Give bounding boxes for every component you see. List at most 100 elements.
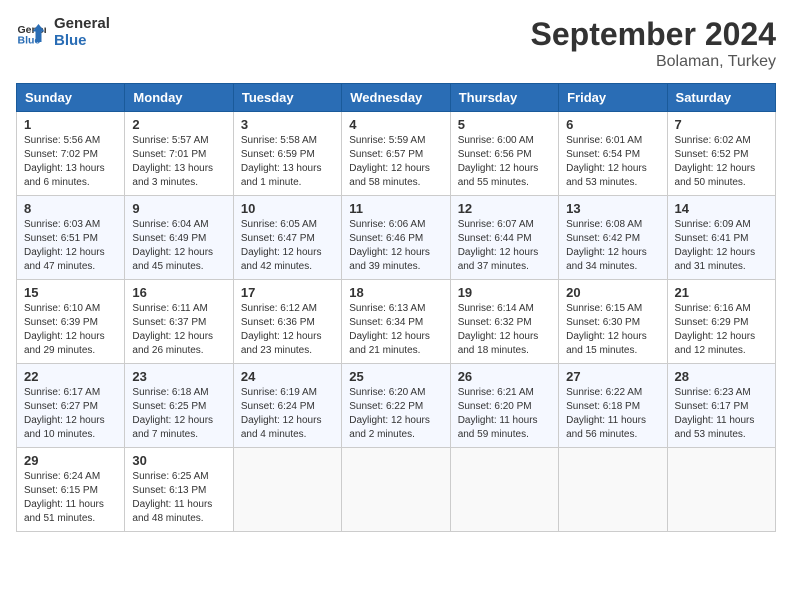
calendar-week-2: 8 Sunrise: 6:03 AM Sunset: 6:51 PM Daylig… <box>17 196 776 280</box>
day-detail: Sunrise: 6:00 AM Sunset: 6:56 PM Dayligh… <box>458 134 551 190</box>
calendar-table: SundayMondayTuesdayWednesdayThursdayFrid… <box>16 83 776 532</box>
calendar-week-5: 29 Sunrise: 6:24 AM Sunset: 6:15 PM Dayli… <box>17 448 776 532</box>
day-number: 25 <box>349 369 442 384</box>
calendar-cell: 6 Sunrise: 6:01 AM Sunset: 6:54 PM Daylig… <box>559 112 667 196</box>
day-detail: Sunrise: 6:03 AM Sunset: 6:51 PM Dayligh… <box>24 218 117 274</box>
weekday-header-monday: Monday <box>125 84 233 112</box>
day-number: 29 <box>24 453 117 468</box>
calendar-cell: 8 Sunrise: 6:03 AM Sunset: 6:51 PM Daylig… <box>17 196 125 280</box>
day-detail: Sunrise: 6:20 AM Sunset: 6:22 PM Dayligh… <box>349 386 442 442</box>
day-detail: Sunrise: 6:15 AM Sunset: 6:30 PM Dayligh… <box>566 302 659 358</box>
day-detail: Sunrise: 6:08 AM Sunset: 6:42 PM Dayligh… <box>566 218 659 274</box>
calendar-cell: 3Sunrise: 5:58 AM Sunset: 6:59 PM Daylig… <box>233 112 341 196</box>
day-detail: Sunrise: 6:22 AM Sunset: 6:18 PM Dayligh… <box>566 386 659 442</box>
weekday-header-wednesday: Wednesday <box>342 84 450 112</box>
day-number: 28 <box>675 369 768 384</box>
logo-icon: General Blue <box>16 18 46 48</box>
day-detail: Sunrise: 6:17 AM Sunset: 6:27 PM Dayligh… <box>24 386 117 442</box>
calendar-cell: 19 Sunrise: 6:14 AM Sunset: 6:32 PM Dayli… <box>450 280 558 364</box>
calendar-cell: 4 Sunrise: 5:59 AM Sunset: 6:57 PM Daylig… <box>342 112 450 196</box>
calendar-cell: 17 Sunrise: 6:12 AM Sunset: 6:36 PM Dayli… <box>233 280 341 364</box>
weekday-header-thursday: Thursday <box>450 84 558 112</box>
day-detail: Sunrise: 6:11 AM Sunset: 6:37 PM Dayligh… <box>132 302 225 358</box>
day-number: 20 <box>566 285 659 300</box>
day-detail: Sunrise: 6:05 AM Sunset: 6:47 PM Dayligh… <box>241 218 334 274</box>
calendar-cell: 27Sunrise: 6:22 AM Sunset: 6:18 PM Dayli… <box>559 364 667 448</box>
calendar-cell: 24 Sunrise: 6:19 AM Sunset: 6:24 PM Dayli… <box>233 364 341 448</box>
day-detail: Sunrise: 6:18 AM Sunset: 6:25 PM Dayligh… <box>132 386 225 442</box>
calendar-cell: 9 Sunrise: 6:04 AM Sunset: 6:49 PM Daylig… <box>125 196 233 280</box>
day-detail: Sunrise: 6:25 AM Sunset: 6:13 PM Dayligh… <box>132 470 225 526</box>
day-number: 1 <box>24 117 117 132</box>
calendar-cell: 18 Sunrise: 6:13 AM Sunset: 6:34 PM Dayli… <box>342 280 450 364</box>
day-number: 10 <box>241 201 334 216</box>
day-detail: Sunrise: 6:12 AM Sunset: 6:36 PM Dayligh… <box>241 302 334 358</box>
calendar-cell: 11 Sunrise: 6:06 AM Sunset: 6:46 PM Dayli… <box>342 196 450 280</box>
page-header: General Blue General Blue September 2024… <box>16 16 776 71</box>
calendar-cell: 20 Sunrise: 6:15 AM Sunset: 6:30 PM Dayli… <box>559 280 667 364</box>
calendar-cell: 28Sunrise: 6:23 AM Sunset: 6:17 PM Dayli… <box>667 364 775 448</box>
calendar-cell: 1 Sunrise: 5:56 AM Sunset: 7:02 PM Daylig… <box>17 112 125 196</box>
calendar-cell: 13 Sunrise: 6:08 AM Sunset: 6:42 PM Dayli… <box>559 196 667 280</box>
calendar-cell <box>233 448 341 532</box>
day-detail: Sunrise: 6:19 AM Sunset: 6:24 PM Dayligh… <box>241 386 334 442</box>
logo: General Blue General Blue <box>16 16 110 49</box>
day-number: 16 <box>132 285 225 300</box>
day-detail: Sunrise: 6:09 AM Sunset: 6:41 PM Dayligh… <box>675 218 768 274</box>
day-number: 5 <box>458 117 551 132</box>
day-number: 19 <box>458 285 551 300</box>
calendar-week-3: 15 Sunrise: 6:10 AM Sunset: 6:39 PM Dayli… <box>17 280 776 364</box>
calendar-cell: 26Sunrise: 6:21 AM Sunset: 6:20 PM Dayli… <box>450 364 558 448</box>
day-number: 23 <box>132 369 225 384</box>
day-number: 9 <box>132 201 225 216</box>
calendar-cell: 2 Sunrise: 5:57 AM Sunset: 7:01 PM Daylig… <box>125 112 233 196</box>
calendar-cell: 10 Sunrise: 6:05 AM Sunset: 6:47 PM Dayli… <box>233 196 341 280</box>
logo-general: General <box>54 16 110 33</box>
day-detail: Sunrise: 5:56 AM Sunset: 7:02 PM Dayligh… <box>24 134 117 190</box>
day-number: 4 <box>349 117 442 132</box>
calendar-week-1: 1 Sunrise: 5:56 AM Sunset: 7:02 PM Daylig… <box>17 112 776 196</box>
day-detail: Sunrise: 6:04 AM Sunset: 6:49 PM Dayligh… <box>132 218 225 274</box>
day-number: 11 <box>349 201 442 216</box>
day-detail: Sunrise: 5:59 AM Sunset: 6:57 PM Dayligh… <box>349 134 442 190</box>
calendar-cell: 5 Sunrise: 6:00 AM Sunset: 6:56 PM Daylig… <box>450 112 558 196</box>
calendar-cell <box>342 448 450 532</box>
day-detail: Sunrise: 5:57 AM Sunset: 7:01 PM Dayligh… <box>132 134 225 190</box>
calendar-cell: 15 Sunrise: 6:10 AM Sunset: 6:39 PM Dayli… <box>17 280 125 364</box>
day-number: 12 <box>458 201 551 216</box>
weekday-header-saturday: Saturday <box>667 84 775 112</box>
calendar-cell: 25 Sunrise: 6:20 AM Sunset: 6:22 PM Dayli… <box>342 364 450 448</box>
logo-blue: Blue <box>54 33 110 50</box>
day-detail: Sunrise: 6:13 AM Sunset: 6:34 PM Dayligh… <box>349 302 442 358</box>
title-block: September 2024 Bolaman, Turkey <box>531 16 776 71</box>
day-detail: Sunrise: 6:14 AM Sunset: 6:32 PM Dayligh… <box>458 302 551 358</box>
day-number: 21 <box>675 285 768 300</box>
weekday-header-tuesday: Tuesday <box>233 84 341 112</box>
day-number: 26 <box>458 369 551 384</box>
day-number: 2 <box>132 117 225 132</box>
day-number: 22 <box>24 369 117 384</box>
day-number: 8 <box>24 201 117 216</box>
calendar-cell: 29 Sunrise: 6:24 AM Sunset: 6:15 PM Dayli… <box>17 448 125 532</box>
day-number: 15 <box>24 285 117 300</box>
day-detail: Sunrise: 6:24 AM Sunset: 6:15 PM Dayligh… <box>24 470 117 526</box>
location: Bolaman, Turkey <box>531 53 776 71</box>
day-detail: Sunrise: 6:10 AM Sunset: 6:39 PM Dayligh… <box>24 302 117 358</box>
calendar-cell <box>450 448 558 532</box>
day-number: 6 <box>566 117 659 132</box>
day-detail: Sunrise: 5:58 AM Sunset: 6:59 PM Dayligh… <box>241 134 334 190</box>
calendar-cell <box>559 448 667 532</box>
calendar-cell <box>667 448 775 532</box>
calendar-cell: 21Sunrise: 6:16 AM Sunset: 6:29 PM Dayli… <box>667 280 775 364</box>
calendar-cell: 7Sunrise: 6:02 AM Sunset: 6:52 PM Daylig… <box>667 112 775 196</box>
day-number: 30 <box>132 453 225 468</box>
day-number: 24 <box>241 369 334 384</box>
weekday-header-friday: Friday <box>559 84 667 112</box>
day-detail: Sunrise: 6:06 AM Sunset: 6:46 PM Dayligh… <box>349 218 442 274</box>
calendar-cell: 23 Sunrise: 6:18 AM Sunset: 6:25 PM Dayli… <box>125 364 233 448</box>
day-number: 17 <box>241 285 334 300</box>
day-number: 18 <box>349 285 442 300</box>
calendar-cell: 16 Sunrise: 6:11 AM Sunset: 6:37 PM Dayli… <box>125 280 233 364</box>
day-number: 13 <box>566 201 659 216</box>
day-detail: Sunrise: 6:01 AM Sunset: 6:54 PM Dayligh… <box>566 134 659 190</box>
